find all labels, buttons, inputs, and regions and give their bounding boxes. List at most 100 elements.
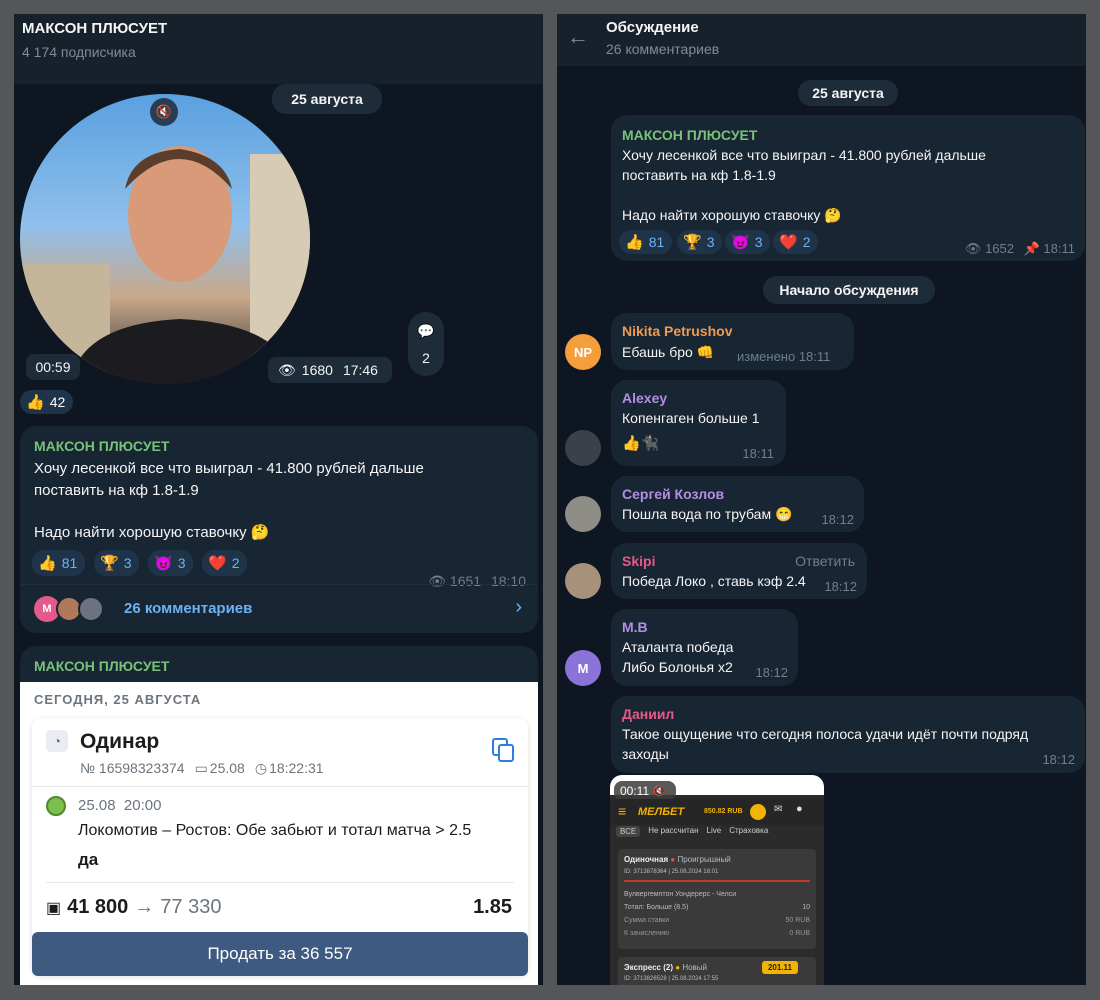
comment-bubble: Skipi Ответить Победа Локо , ставь кэф 2… <box>611 543 867 599</box>
reaction-heart[interactable]: ❤️ 2 <box>773 230 819 254</box>
post-sender: МАКСОН ПЛЮСУЕТ <box>34 438 170 454</box>
bet-type: Одинар <box>80 730 160 753</box>
sell-button[interactable]: Продать за 36 557 <box>32 932 528 976</box>
balance: 850.82 RUB <box>704 808 743 815</box>
soccer-ball-icon <box>46 796 66 816</box>
arrow-right-icon: → <box>134 896 155 918</box>
wallet-icon: ▣ <box>46 899 62 917</box>
tab-all[interactable]: ВСЕ <box>616 826 641 837</box>
discussion-panel: ← Обсуждение 26 комментариев 25 августа … <box>557 14 1086 985</box>
bet-history-id: ID: 3713826528 | 25.08.2024 17:55 <box>624 976 719 982</box>
mute-icon[interactable]: 🔇 <box>150 98 178 126</box>
avatar[interactable] <box>565 430 601 466</box>
reaction-thumbs[interactable]: 👍 81 <box>619 230 673 254</box>
tab-live[interactable]: Live <box>707 826 722 837</box>
comment-author: M.B <box>622 619 648 635</box>
reaction-trophy[interactable]: 🏆 3 <box>94 550 140 576</box>
bet-history-card: Одиночная ● Проигрышный ID: 3713878364 |… <box>618 849 816 949</box>
bet-history-sum: 50 RUB <box>785 917 810 924</box>
bet-history-total: Тотал: Больше (8.5) <box>624 904 689 911</box>
bet-history-credit: 0 RUB <box>789 930 810 937</box>
tab-unsettled[interactable]: Не рассчитан <box>648 826 698 837</box>
copy-icon[interactable] <box>492 738 514 762</box>
reaction-count: 3 <box>177 555 186 571</box>
reply-link[interactable]: Ответить <box>795 553 855 569</box>
calendar-icon: ▭ <box>194 760 208 776</box>
comment-reactions[interactable]: 👍🐈‍⬛ <box>622 434 659 454</box>
video-reaction[interactable]: 👍 42 <box>20 390 74 414</box>
comment-author: Сергей Козлов <box>622 486 725 502</box>
discussion-title: Обсуждение <box>606 19 699 36</box>
comment-text-2: заходы <box>622 746 669 762</box>
reaction-count: 3 <box>123 555 132 571</box>
video-duration: 00:11 🔇 <box>614 781 676 801</box>
bet-history-id: ID: 3713878364 | 25.08.2024 18:01 <box>624 869 719 875</box>
coin-icon <box>750 804 766 820</box>
melbet-header: ≡ МЕЛБЕТ 850.82 RUB ✉ ● <box>610 799 824 825</box>
reaction-devil[interactable]: 😈 3 <box>148 550 194 576</box>
video-meta: 👁 1680 17:46 <box>268 357 392 383</box>
divider <box>46 882 514 883</box>
bet-time: 18:22:31 <box>269 760 324 776</box>
comment-text-1: Такое ощущение что сегодня полоса удачи … <box>622 726 1029 742</box>
tab-insurance[interactable]: Страховка <box>729 826 768 837</box>
comment-author: Skipi <box>622 553 656 569</box>
bet-payout: 77 330 <box>160 896 222 918</box>
comment-meta: 18:12 <box>755 665 788 680</box>
reaction-heart[interactable]: ❤️ 2 <box>202 550 248 576</box>
comment-meta: изменено 18:11 <box>737 349 831 364</box>
event-datetime: 25.08 20:00 <box>78 797 161 814</box>
clock-icon: ◔ <box>46 730 68 752</box>
comments-link[interactable]: M 26 комментариев › <box>20 585 538 633</box>
avatar[interactable]: M <box>565 650 601 686</box>
channel-panel: МАКСОН ПЛЮСУЕТ 4 174 подписчика 25 авгус… <box>14 14 543 985</box>
user-icon: ● <box>796 803 803 815</box>
comment-text: Пошла вода по трубам 😁 <box>622 506 793 522</box>
melbet-logo: МЕЛБЕТ <box>638 806 685 818</box>
mail-icon: ✉ <box>774 804 783 815</box>
channel-header[interactable]: МАКСОН ПЛЮСУЕТ 4 174 подписчика <box>14 14 543 84</box>
comment-text: Ебашь бро 👊 <box>622 344 715 360</box>
post-views: 1652 <box>985 241 1014 256</box>
bet-screenshot[interactable]: СЕГОДНЯ, 25 АВГУСТА ◔ Одинар № 165983233… <box>20 682 538 985</box>
comment-text-2: Либо Болонья х2 <box>622 659 733 675</box>
bet-odds: 1.85 <box>473 896 512 918</box>
round-video[interactable] <box>20 94 310 384</box>
reaction-trophy[interactable]: 🏆 3 <box>677 230 723 254</box>
divider <box>32 786 528 787</box>
comment-author: Alexey <box>622 390 668 406</box>
comment-meta: 18:12 <box>1042 752 1075 767</box>
event-name: Локомотив – Ростов: Обе забьют и тотал м… <box>78 822 472 839</box>
avatar[interactable]: NP <box>565 334 601 370</box>
bet-video[interactable]: 00:11 🔇 ≡ МЕЛБЕТ 850.82 RUB ✉ ● ВСЕ Не ра… <box>610 775 824 985</box>
comment-bubble: Nikita Petrushov Ебашь бро 👊 изменено 18… <box>611 313 854 370</box>
discussion-header: ← Обсуждение 26 комментариев <box>557 14 1086 66</box>
bet-stake: 41 800 <box>67 896 129 918</box>
reaction-count: 2 <box>802 234 811 250</box>
reaction-devil[interactable]: 😈 3 <box>725 230 771 254</box>
comment-meta: 18:12 <box>821 512 854 527</box>
video-frame-illustration <box>20 146 310 384</box>
heart-icon: ❤️ <box>208 555 227 572</box>
bet-history-title: Одиночная ● Проигрышный <box>624 855 731 864</box>
menu-icon: ≡ <box>618 803 627 819</box>
video-views: 1680 <box>301 362 333 378</box>
comments-count-label: 26 комментариев <box>124 600 253 617</box>
bet-history-sum-label: Сумма ставки <box>624 917 670 924</box>
bet-number: № 16598323374 <box>80 760 185 776</box>
avatar[interactable] <box>565 496 601 532</box>
video-comments-button[interactable]: 💬 2 <box>408 312 444 376</box>
comment-text: Победа Локо , ставь кэф 2.4 <box>622 573 806 589</box>
duration-text: 00:11 <box>620 784 650 798</box>
back-arrow-icon[interactable]: ← <box>567 24 589 50</box>
thumbs-up-icon: 👍 <box>625 234 644 251</box>
comment-bubble: Даниил Такое ощущение что сегодня полоса… <box>611 696 1085 773</box>
post-line-2: поставить на кф 1.8-1.9 <box>34 482 199 499</box>
comment-meta: 18:12 <box>824 579 857 594</box>
avatar[interactable] <box>565 563 601 599</box>
post-line-3: Надо найти хорошую ставочку 🤔 <box>34 524 270 541</box>
reaction-thumbs[interactable]: 👍 81 <box>32 550 86 576</box>
devil-icon: 😈 <box>154 555 173 572</box>
post-line-1: Хочу лесенкой все что выиграл - 41.800 р… <box>34 460 424 477</box>
reaction-count: 3 <box>754 234 763 250</box>
